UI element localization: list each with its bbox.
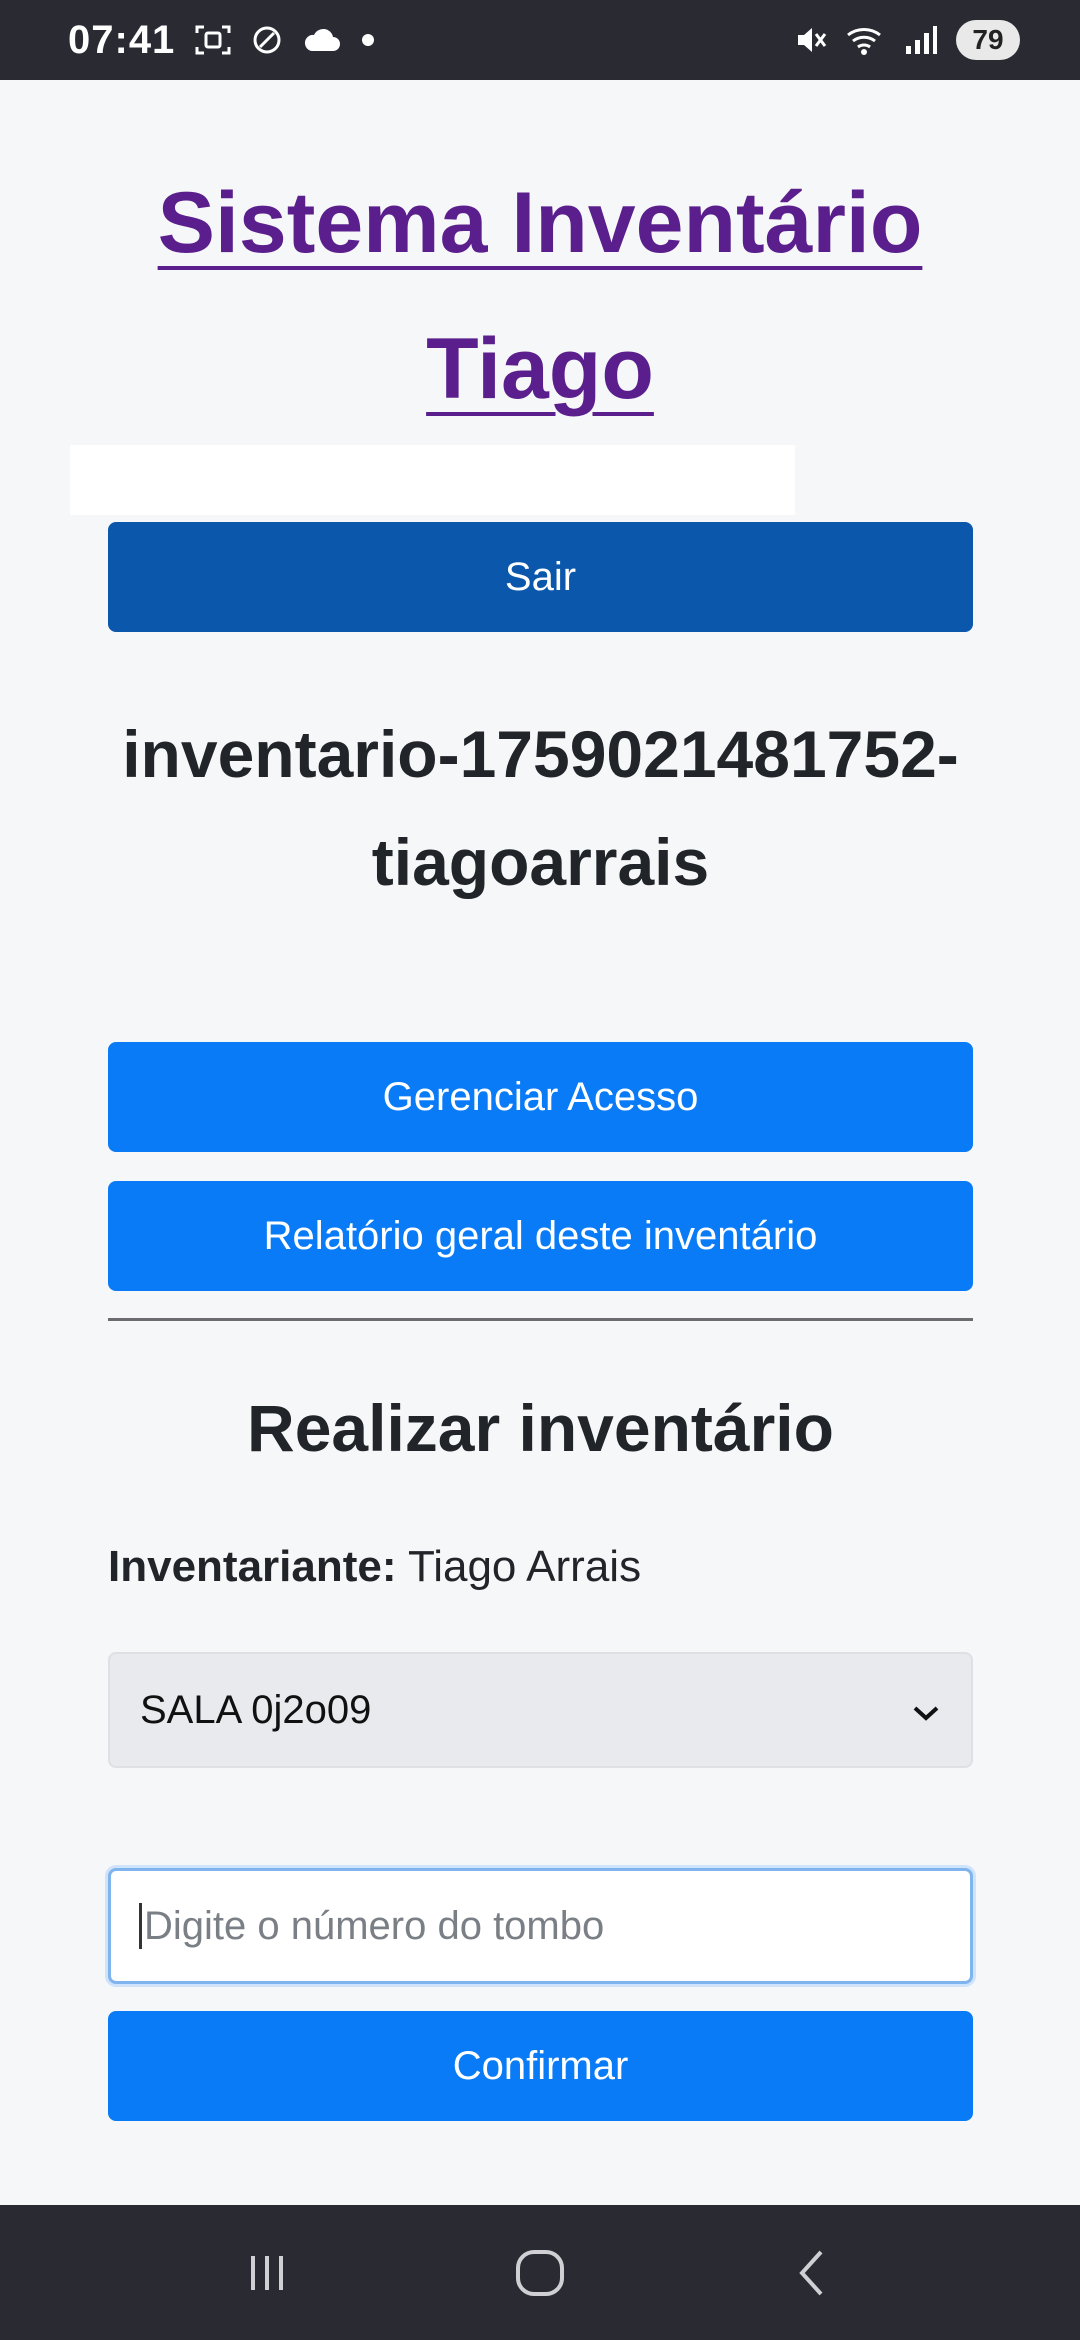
inventariante-label: Inventariante:: [108, 1542, 397, 1591]
room-select[interactable]: SALA 0j2o09: [108, 1652, 973, 1768]
cloud-icon: [303, 27, 341, 53]
general-report-button[interactable]: Relatório geral deste inventário: [108, 1181, 973, 1291]
main-content: Sistema Inventário Tiago Sair inventario…: [0, 80, 1080, 2205]
section-title: Realizar inventário: [247, 1391, 834, 1465]
inventariante-row: Inventariante: Tiago Arrais: [108, 1542, 641, 1592]
app-title-link[interactable]: Sistema Inventário Tiago: [108, 150, 972, 442]
battery-icon: 79: [956, 20, 1020, 60]
navigation-bar: [0, 2205, 1080, 2340]
chevron-down-icon: [911, 1688, 941, 1733]
signal-icon: [904, 24, 938, 56]
inventory-name-heading: inventario-1759021481752-tiagoarrais: [122, 717, 959, 899]
screenshot-icon: [195, 24, 231, 56]
empty-banner: [70, 445, 795, 515]
status-right: 79: [794, 20, 1020, 60]
tombo-input-wrapper[interactable]: [108, 1868, 973, 1984]
confirm-button[interactable]: Confirmar: [108, 2011, 973, 2121]
wifi-icon: [846, 23, 886, 57]
status-left: 07:41: [68, 18, 375, 63]
inventariante-name: Tiago Arrais: [407, 1542, 642, 1591]
status-bar: 07:41 79: [0, 0, 1080, 80]
text-caret: [139, 1903, 142, 1949]
tombo-input[interactable]: [143, 1903, 942, 1949]
manage-access-button[interactable]: Gerenciar Acesso: [108, 1042, 973, 1152]
mute-icon: [794, 23, 828, 57]
status-time: 07:41: [68, 17, 176, 62]
dot-icon: [361, 33, 375, 47]
divider: [108, 1318, 973, 1321]
logout-button[interactable]: Sair: [108, 522, 973, 632]
no-disturb-icon: [251, 24, 283, 56]
room-select-value: SALA 0j2o09: [140, 1687, 372, 1732]
recent-apps-icon[interactable]: [227, 2233, 307, 2313]
home-icon[interactable]: [500, 2233, 580, 2313]
back-icon[interactable]: [773, 2233, 853, 2313]
